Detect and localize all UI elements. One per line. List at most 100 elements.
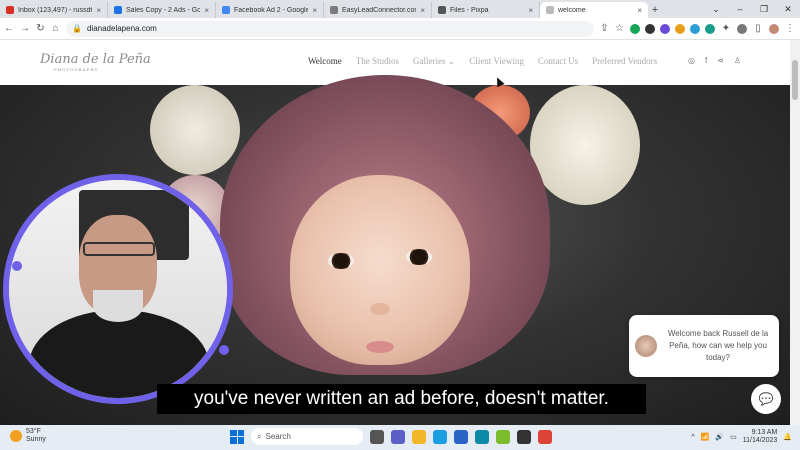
nav-client-viewing[interactable]: Client Viewing	[469, 56, 524, 67]
forward-icon[interactable]: →	[20, 23, 30, 34]
page-scrollbar[interactable]	[790, 40, 800, 425]
close-icon[interactable]: ×	[528, 6, 533, 15]
close-icon[interactable]: ×	[420, 6, 425, 15]
chat-message: Welcome back Russell de la Peña, how can…	[667, 329, 769, 362]
weather-condition: Sunny	[26, 436, 46, 443]
share-icon[interactable]: ⋖	[717, 56, 724, 65]
search-placeholder: Search	[265, 432, 291, 441]
menu-icon[interactable]: ⋮	[784, 23, 796, 34]
browser-tab-strip: Inbox (123,497) - russdtpl...× Sales Cop…	[0, 0, 800, 18]
ring-dot	[219, 345, 229, 355]
nav-contact-us[interactable]: Contact Us	[538, 56, 578, 67]
chevron-down-icon[interactable]: ⌄	[704, 0, 728, 18]
address-toolbar: ← → ↻ ⌂ 🔒 dianadelapena.com ⇪ ☆ ✦ ▯ ⋮	[0, 18, 800, 40]
reload-icon[interactable]: ↻	[36, 23, 45, 34]
close-window-icon[interactable]: ✕	[776, 0, 800, 18]
close-icon[interactable]: ×	[204, 6, 209, 15]
extension-icon[interactable]	[675, 23, 685, 34]
taskbar-apps: ⌕ Search	[230, 428, 552, 445]
extension-icon[interactable]	[645, 23, 655, 34]
edge-icon[interactable]	[433, 429, 447, 444]
wifi-icon[interactable]: 📶	[701, 433, 710, 441]
sun-icon	[10, 430, 22, 442]
windows-start-icon[interactable]	[230, 429, 244, 444]
store-icon[interactable]	[454, 429, 468, 444]
search-icon: ⌕	[257, 431, 262, 441]
maximize-icon[interactable]: ❐	[752, 0, 776, 18]
gmail-icon	[6, 6, 14, 14]
app-icon[interactable]	[496, 429, 510, 444]
download-icon[interactable]	[737, 23, 747, 34]
eye	[406, 249, 432, 265]
tab-easyleadconnector[interactable]: EasyLeadConnector.com ×	[324, 2, 432, 18]
weather-text: 53°F Sunny	[26, 428, 46, 444]
windows-taskbar: 53°F Sunny ⌕ Search ^ 📶 🔊 ▭ 9:13 AM 11/1…	[0, 425, 800, 450]
taskbar-search[interactable]: ⌕ Search	[251, 428, 363, 445]
share-icon[interactable]: ⇪	[600, 23, 609, 34]
back-icon[interactable]: ←	[4, 23, 14, 34]
notification-icon[interactable]: 🔔	[783, 433, 792, 441]
close-icon[interactable]: ×	[637, 6, 642, 15]
social-icons: ◎ f ⋖ ♙	[688, 56, 741, 65]
sidebar-icon[interactable]: ▯	[752, 23, 764, 34]
url-bar[interactable]: 🔒 dianadelapena.com	[66, 20, 594, 37]
webcam-overlay	[0, 167, 238, 407]
file-explorer-icon[interactable]	[412, 429, 426, 444]
scrollbar-thumb[interactable]	[792, 60, 798, 100]
extensions: ✦ ▯ ⋮	[630, 23, 796, 34]
clock[interactable]: 9:13 AM 11/14/2023	[743, 429, 778, 445]
battery-icon[interactable]: ▭	[730, 433, 737, 441]
teams-icon[interactable]	[391, 429, 405, 444]
url-text: dianadelapena.com	[86, 24, 157, 33]
video-caption: you've never written an ad before, doesn…	[157, 384, 646, 414]
minimize-icon[interactable]: –	[728, 0, 752, 18]
chat-icon: 💬	[758, 392, 774, 406]
chrome-icon[interactable]	[538, 429, 552, 444]
time: 9:13 AM	[751, 429, 778, 436]
chevron-up-icon[interactable]: ^	[691, 434, 694, 441]
nav-preferred-vendors[interactable]: Preferred Vendors	[592, 56, 657, 67]
tab-gmail[interactable]: Inbox (123,497) - russdtpl...×	[0, 2, 108, 18]
docs-icon	[222, 6, 230, 14]
puzzle-icon[interactable]: ✦	[720, 23, 732, 34]
weather-widget[interactable]: 53°F Sunny	[10, 428, 46, 444]
edge-dev-icon[interactable]	[475, 429, 489, 444]
chevron-down-icon: ⌄	[447, 56, 456, 66]
extension-icon[interactable]	[705, 23, 715, 34]
site-logo[interactable]: Diana de la Peña PHOTOGRAPHY	[40, 52, 151, 72]
user-icon[interactable]: ♙	[734, 56, 741, 65]
chat-popup[interactable]: Welcome back Russell de la Peña, how can…	[629, 315, 779, 377]
site-icon	[330, 6, 338, 14]
date: 11/14/2023	[742, 437, 778, 444]
instagram-icon[interactable]: ◎	[688, 56, 695, 65]
star-icon[interactable]: ☆	[615, 23, 624, 34]
tab-sales-copy[interactable]: Sales Copy - 2 Ads - Goog...×	[108, 2, 216, 18]
chat-launcher-button[interactable]: 💬	[751, 384, 781, 414]
pixpa-icon	[438, 6, 446, 14]
volume-icon[interactable]: 🔊	[715, 433, 724, 441]
tab-facebook-ad[interactable]: Facebook Ad 2 - Google D...×	[216, 2, 324, 18]
glasses	[83, 242, 155, 256]
site-icon	[546, 6, 554, 14]
extension-icon[interactable]	[660, 23, 670, 34]
nav-galleries[interactable]: Galleries ⌄	[413, 56, 455, 67]
drive-icon	[114, 6, 122, 14]
task-view-icon[interactable]	[370, 429, 384, 444]
beard	[93, 290, 143, 322]
close-icon[interactable]: ×	[96, 6, 101, 15]
flower	[150, 85, 240, 175]
nav-the-studios[interactable]: The Studios	[356, 56, 399, 67]
chat-app-icon[interactable]	[517, 429, 531, 444]
home-icon[interactable]: ⌂	[51, 23, 60, 34]
close-icon[interactable]: ×	[312, 6, 317, 15]
tab-welcome[interactable]: welcome ×	[540, 2, 648, 18]
extension-icon[interactable]	[630, 23, 640, 34]
avatar[interactable]	[769, 23, 779, 34]
extension-icon[interactable]	[690, 23, 700, 34]
site-nav: Welcome The Studios Galleries ⌄ Client V…	[308, 56, 657, 67]
new-tab-button[interactable]: +	[648, 2, 662, 18]
lock-icon: 🔒	[72, 24, 82, 33]
facebook-icon[interactable]: f	[705, 56, 707, 65]
tab-pixpa[interactable]: Files - Pixpa ×	[432, 2, 540, 18]
nav-welcome[interactable]: Welcome	[308, 56, 342, 67]
